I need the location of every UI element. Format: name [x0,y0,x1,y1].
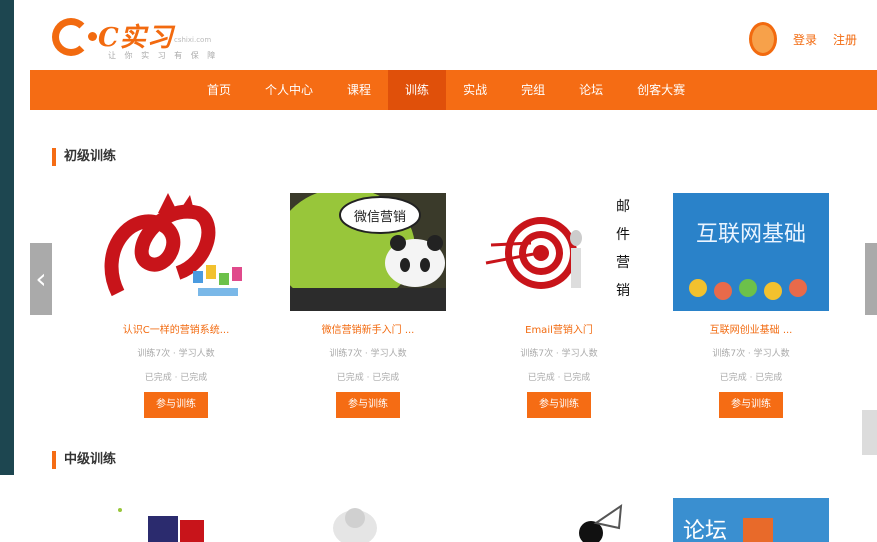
course-image[interactable] [290,498,446,542]
nav-training[interactable]: 训练 [388,70,447,110]
logo-text: C实习 [98,23,174,53]
nav-forum[interactable]: 论坛 [562,70,620,110]
course-title[interactable]: 互联网创业基础 ... [673,321,829,336]
logo-domain: cshixi.com [174,36,212,44]
course-card[interactable]: 互联网基础 互联网创业基础 ... 训练7次 · 学习人数 已完成 · 已完成 … [673,193,829,418]
join-training-button[interactable]: 参与训练 [719,392,783,418]
course-title[interactable]: 认识C一样的营销系统... [98,321,254,336]
nav-group[interactable]: 完组 [504,70,562,110]
nav-profile[interactable]: 个人中心 [248,70,330,110]
course-image[interactable] [481,498,637,542]
section-title-intermediate: 中级训练 [52,451,116,469]
course-card[interactable]: 邮 件 营 销 Email营销入门 训练7次 · 学习人数 已完成 · 已完成 … [481,193,637,418]
section-title-beginner: 初级训练 [52,148,116,166]
vertical-char: 件 [616,227,630,243]
left-panel [0,0,14,475]
course-meta-status: 已完成 · 已完成 [336,373,400,383]
course-meta: 训练7次 · 学习人数 [329,349,407,359]
course-meta: 训练7次 · 学习人数 [712,349,790,359]
vertical-char: 营 [616,255,630,271]
course-card[interactable]: 微信营销 微信营销新手入门 ... 训练7次 · 学习人数 已完成 · 已完成 … [290,193,446,418]
join-training-button[interactable]: 参与训练 [336,392,400,418]
course-meta-status: 已完成 · 已完成 [527,373,591,383]
join-training-button[interactable]: 参与训练 [527,392,591,418]
course-image[interactable] [98,193,254,311]
register-link[interactable]: 注册 [833,31,857,48]
course-image[interactable]: 互联网基础 [673,193,829,311]
course-image[interactable] [98,498,254,542]
user-area: 登录 注册 [748,22,857,56]
nav-contest[interactable]: 创客大赛 [620,70,702,110]
course-meta: 训练7次 · 学习人数 [137,349,215,359]
nav-home[interactable]: 首页 [190,70,248,110]
banner-text: 互联网基础 [696,222,806,247]
logo-slogan: 让 你 实 习 有 保 障 [108,51,219,60]
banner-text: 论坛 [683,519,727,542]
course-image[interactable]: 论坛 [673,498,829,542]
course-image[interactable]: 邮 件 营 销 [481,193,637,311]
carousel-prev-button[interactable]: ‹ [30,243,52,315]
course-title[interactable]: 微信营销新手入门 ... [290,321,446,336]
course-image[interactable]: 微信营销 [290,193,446,311]
join-training-button[interactable]: 参与训练 [144,392,208,418]
vertical-char: 邮 [616,199,630,215]
header: C实习 cshixi.com 让 你 实 习 有 保 障 登录 注册 [30,8,877,70]
course-meta-status: 已完成 · 已完成 [144,373,208,383]
course-title[interactable]: Email营销入门 [481,321,637,336]
main-nav: 首页 个人中心 课程 训练 实战 完组 论坛 创客大赛 [30,70,877,110]
course-meta: 训练7次 · 学习人数 [520,349,598,359]
side-tab[interactable] [862,410,877,455]
logo-ring-icon [52,18,90,56]
carousel-next-button[interactable] [865,243,877,315]
logo[interactable]: C实习 cshixi.com 让 你 实 习 有 保 障 [52,14,215,64]
nav-practice[interactable]: 实战 [446,70,504,110]
bubble-text: 微信营销 [354,210,406,225]
vertical-char: 销 [616,283,630,299]
course-meta-status: 已完成 · 已完成 [719,373,783,383]
course-card[interactable]: 认识C一样的营销系统... 训练7次 · 学习人数 已完成 · 已完成 参与训练 [98,193,254,418]
user-avatar-icon[interactable] [748,22,777,56]
logo-dot-icon [88,32,97,41]
login-link[interactable]: 登录 [793,31,817,48]
nav-courses[interactable]: 课程 [330,70,388,110]
